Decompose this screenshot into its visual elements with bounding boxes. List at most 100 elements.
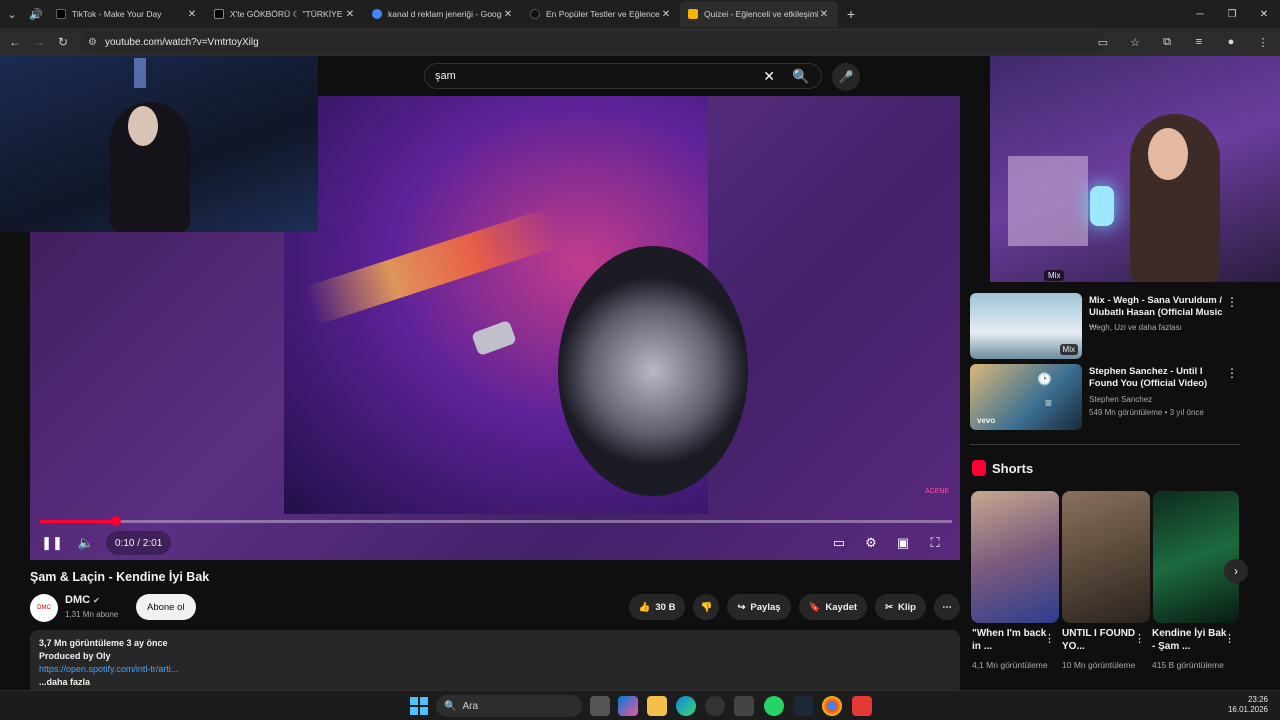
whatsapp-icon[interactable] [764,696,784,716]
forward-arrow-icon[interactable]: → [27,35,51,49]
share-button[interactable]: ↪ Paylaş [727,594,791,620]
more-vertical-icon[interactable]: ⋮ [1134,632,1145,645]
tab-quizei[interactable]: Quizei - Eğlenceli ve etkileşimli ✕ [680,1,838,27]
watch-later-icon[interactable]: 🕑 [1037,372,1052,386]
edge-icon[interactable] [676,696,696,716]
browser-tab-bar: ⌄ 🔊 TikTok - Make Your Day ✕ X'te GÖKBÖR… [0,0,1280,28]
pause-icon[interactable]: ❚❚ [40,531,64,555]
microphone-icon[interactable]: 🎤 [832,63,860,91]
subscribe-button[interactable]: Abone ol [136,594,196,620]
bookmark-star-icon[interactable]: ☆ [1124,31,1146,53]
more-vertical-icon[interactable]: ⋮ [1044,632,1055,645]
google-icon [372,9,382,19]
app-icon[interactable] [852,696,872,716]
channel-name-text: DMC [65,594,91,606]
tab-title: X'te GÖKBÖRÜ ☾ "TÜRKİYE TÜ [230,8,344,19]
steam-client-icon[interactable] [793,696,813,716]
rec-title[interactable]: Stephen Sanchez - Until I Found You (Off… [1089,366,1229,390]
video-thumbnail[interactable]: vevo 🕑 ≡ [970,364,1082,430]
dislike-button[interactable]: 👎 [693,594,720,620]
channel-avatar[interactable]: DMC [30,594,58,622]
short-title[interactable]: UNTIL I FOUND YO... [1062,627,1138,653]
close-tab-icon[interactable]: ✕ [344,9,356,20]
theater-mode-icon[interactable]: ▣ [891,531,915,555]
tab-testler[interactable]: En Popüler Testler ve Eğlenceli ✕ [522,1,680,27]
store-icon[interactable] [734,696,754,716]
vevo-label: vevo [977,416,996,425]
task-view-icon[interactable] [590,696,610,716]
speaker-icon[interactable]: 🔊 [24,3,48,25]
more-vertical-icon[interactable]: ⋮ [1226,366,1238,380]
shorts-label: Shorts [992,460,1034,476]
chevron-right-icon[interactable]: › [1224,559,1248,583]
save-button[interactable]: 🔖 Kaydet [798,594,868,620]
list-item[interactable]: Mix Mix - Wegh - Sana Vuruldum / Ulubatl… [970,293,1242,361]
reload-icon[interactable]: ↻ [51,35,75,49]
more-actions-button[interactable]: ⋯ [934,594,960,620]
video-frame[interactable] [284,96,748,514]
fullscreen-icon[interactable]: ⛶ [923,531,947,555]
tab-search-dropdown[interactable]: ⌄ [0,3,24,25]
progress-bar[interactable] [40,516,952,526]
description-box[interactable]: 3,7 Mn görüntüleme 3 ay önce Produced by… [30,630,960,690]
more-vertical-icon[interactable]: ⋮ [1224,632,1235,645]
settings-gear-icon[interactable]: ⚙ [859,531,883,555]
shorts-logo-icon [972,460,986,476]
more-vertical-icon[interactable]: ⋮ [1226,295,1238,309]
close-tab-icon[interactable]: ✕ [660,9,672,20]
close-window-icon[interactable]: ✕ [1248,0,1280,28]
tab-google[interactable]: kanal d reklam jeneriği - Googl ✕ [364,1,522,27]
site-info-icon[interactable]: ⚙ [88,37,97,48]
browser-toolbar: ← → ↻ ⚙ youtube.com/watch?v=VmtrtoyXilg … [0,28,1280,56]
back-arrow-icon[interactable]: ← [3,35,27,49]
spotify-link[interactable]: https://open.spotify.com/intl-tr/arti... [39,663,951,676]
restore-icon[interactable]: ❐ [1216,0,1248,28]
like-button[interactable]: 👍 30 B [628,594,686,620]
media-queue-icon[interactable]: ≡ [1188,31,1210,53]
windows-start-icon[interactable] [410,697,428,715]
video-watermark: ACENE [924,488,950,495]
cast-icon[interactable]: ▭ [1092,31,1114,53]
add-to-queue-icon[interactable]: ≡ [1045,396,1052,410]
room-light [134,58,146,88]
clip-button[interactable]: ✂ Klip [875,594,926,620]
list-item[interactable]: vevo 🕑 ≡ Stephen Sanchez - Until I Found… [970,364,1242,432]
minimize-icon[interactable]: ─ [1184,0,1216,28]
lamp-glow [1090,186,1114,226]
short-title[interactable]: "When I'm back in ... [972,627,1048,653]
video-thumbnail[interactable]: Mix [970,293,1082,359]
taskbar-search[interactable]: 🔍 Ara [436,695,582,717]
system-clock[interactable]: 23:26 16.01.2026 [1228,695,1268,715]
search-input[interactable]: şam ✕ 🔍 [424,63,822,89]
volume-icon[interactable]: 🔈 [74,531,98,555]
short-thumbnail[interactable] [1153,491,1239,623]
close-tab-icon[interactable]: ✕ [186,9,198,20]
show-more-link[interactable]: ...daha fazla [39,676,951,689]
new-tab-button[interactable]: + [838,6,864,22]
short-title[interactable]: Kendine İyi Bak - Şam ... [1152,627,1228,653]
window-controls: ─ ❐ ✕ [1184,0,1280,28]
short-thumbnail[interactable] [1062,491,1150,623]
copilot-icon[interactable] [618,696,638,716]
divider [970,444,1240,445]
subscriber-count: 1,31 Mn abone [65,610,119,619]
rec-channel[interactable]: Stephen Sanchez [1089,395,1152,404]
menu-kebab-icon[interactable]: ⋮ [1252,31,1274,53]
profile-avatar-icon[interactable]: ● [1220,31,1242,53]
clear-search-icon[interactable]: ✕ [763,68,775,85]
short-thumbnail[interactable] [971,491,1059,623]
subtitles-icon[interactable]: ▭ [827,531,851,555]
extensions-icon[interactable]: ⧉ [1156,31,1178,53]
close-tab-icon[interactable]: ✕ [502,9,514,20]
channel-name[interactable]: DMC ✔ [65,594,100,606]
address-bar[interactable]: ⚙ youtube.com/watch?v=VmtrtoyXilg [80,31,1105,53]
search-icon[interactable]: 🔍 [781,64,821,88]
tab-tiktok[interactable]: TikTok - Make Your Day ✕ [48,1,206,27]
scrubber-handle[interactable] [110,516,121,526]
tab-x[interactable]: X'te GÖKBÖRÜ ☾ "TÜRKİYE TÜ ✕ [206,1,364,27]
steam-icon[interactable] [705,696,725,716]
close-tab-icon[interactable]: ✕ [818,9,830,20]
scissors-icon: ✂ [885,601,894,613]
chrome-icon[interactable] [822,696,842,716]
file-explorer-icon[interactable] [647,696,667,716]
